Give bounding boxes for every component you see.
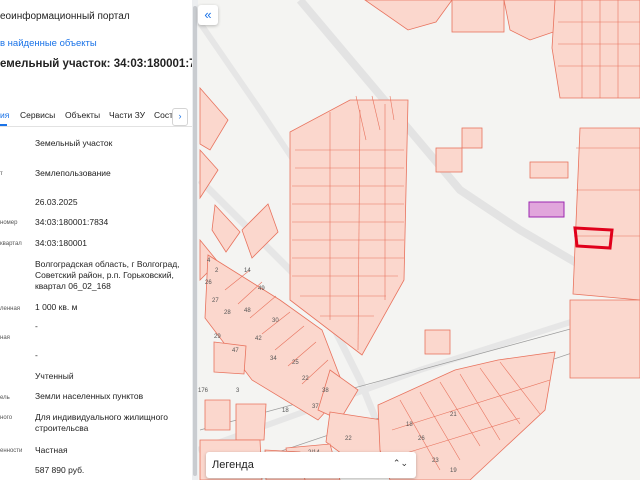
attr-value-land-category: Земли населенных пунктов: [35, 391, 144, 401]
portal-title: еоинформационный портал: [0, 11, 130, 22]
collapse-panel-button[interactable]: «: [198, 5, 218, 25]
attr-value-type: Земельный участок: [35, 138, 113, 148]
attr-value-empty-1: -: [35, 321, 38, 331]
attr-value-area: 1 000 кв. м: [35, 302, 78, 312]
chevron-right-icon[interactable]: ›: [172, 108, 188, 126]
cadastral-map[interactable]: 4 2 26 14 49 48 42 30 27 28 29 47 34 25 …: [198, 0, 640, 480]
parcel-number: 21: [450, 412, 457, 418]
attr-label: т: [0, 171, 3, 177]
legend-label: Легенда: [212, 459, 254, 471]
attr-label: ная: [0, 335, 10, 341]
attr-value-permitted-use: Для индивидуального жилищного строительс…: [35, 412, 168, 433]
tab-services[interactable]: Сервисы: [20, 110, 55, 120]
legend-dropdown[interactable]: Легенда ⌃⌄: [206, 452, 416, 478]
parcel-number: 23: [432, 458, 439, 464]
parcel-number: 14: [244, 268, 251, 274]
parcel-number: 18: [282, 408, 289, 414]
attr-label: ного: [0, 415, 13, 421]
parcel-number: 47: [232, 348, 239, 354]
parcel-number: 48: [244, 308, 251, 314]
attr-label: номер: [0, 220, 18, 226]
scrollbar-thumb[interactable]: [193, 6, 197, 476]
parcel-number: 42: [255, 336, 262, 342]
parcel-number: 28: [224, 310, 231, 316]
attr-value-quarter: 34:03:180001: [35, 238, 87, 248]
attr-label: ель: [0, 395, 10, 401]
parcel-number: 26: [418, 436, 425, 442]
parcel-number: 22: [302, 376, 309, 382]
attr-value-ownership: Частная: [35, 445, 68, 455]
parcel-number: 25: [292, 360, 299, 366]
map-canvas[interactable]: 4 2 26 14 49 48 42 30 27 28 29 47 34 25 …: [198, 0, 640, 480]
attr-label: квартал: [0, 241, 22, 247]
parcel-number: 37: [312, 404, 319, 410]
attr-value-status: Учтенный: [35, 371, 74, 381]
tab-objects[interactable]: Объекты: [65, 110, 100, 120]
parcel-number: 27: [212, 298, 219, 304]
parcel-number: 22: [345, 436, 352, 442]
purple-parcel[interactable]: [528, 201, 565, 218]
parcel-number: 38: [322, 388, 329, 394]
parcel-number: 18: [406, 422, 413, 428]
attr-value-address: Волгоградская область, г Волгоград, Сове…: [35, 259, 180, 291]
attr-value-cadastral-value: 587 890 руб.: [35, 465, 85, 475]
tab-parts[interactable]: Части ЗУ: [109, 110, 145, 120]
parcel-title: емельный участок: 34:03:180001:7834: [0, 58, 192, 70]
tab-status[interactable]: Сост: [154, 110, 173, 120]
back-to-found-link[interactable]: в найденные объекты: [0, 38, 97, 49]
info-panel: еоинформационный портал в найденные объе…: [0, 0, 192, 480]
parcel-number: 49: [258, 286, 265, 292]
parcel-number: 19: [450, 468, 457, 474]
attr-value-kind: Землепользование: [35, 168, 111, 178]
parcel-number: 34: [270, 356, 277, 362]
land-parcels[interactable]: [199, 0, 640, 480]
parcel-number: 3: [236, 388, 240, 394]
parcel-number: 176: [198, 388, 209, 394]
tab-info[interactable]: ия: [0, 110, 9, 120]
attr-value-cadastral-number: 34:03:180001:7834: [35, 217, 109, 227]
attr-value-date: 26.03.2025: [35, 197, 78, 207]
attr-label: ленная: [0, 306, 21, 312]
chevron-updown-icon: ⌃⌄: [392, 458, 408, 468]
active-tab-indicator: [0, 124, 7, 126]
parcel-number: 26: [205, 280, 212, 286]
tab-bar: ия Сервисы Объекты Части ЗУ Сост: [0, 104, 192, 127]
attr-label: енности: [0, 448, 23, 454]
attr-value-empty-3: -: [35, 350, 38, 360]
parcel-number: 30: [272, 318, 279, 324]
parcel-number: 29: [214, 334, 221, 340]
